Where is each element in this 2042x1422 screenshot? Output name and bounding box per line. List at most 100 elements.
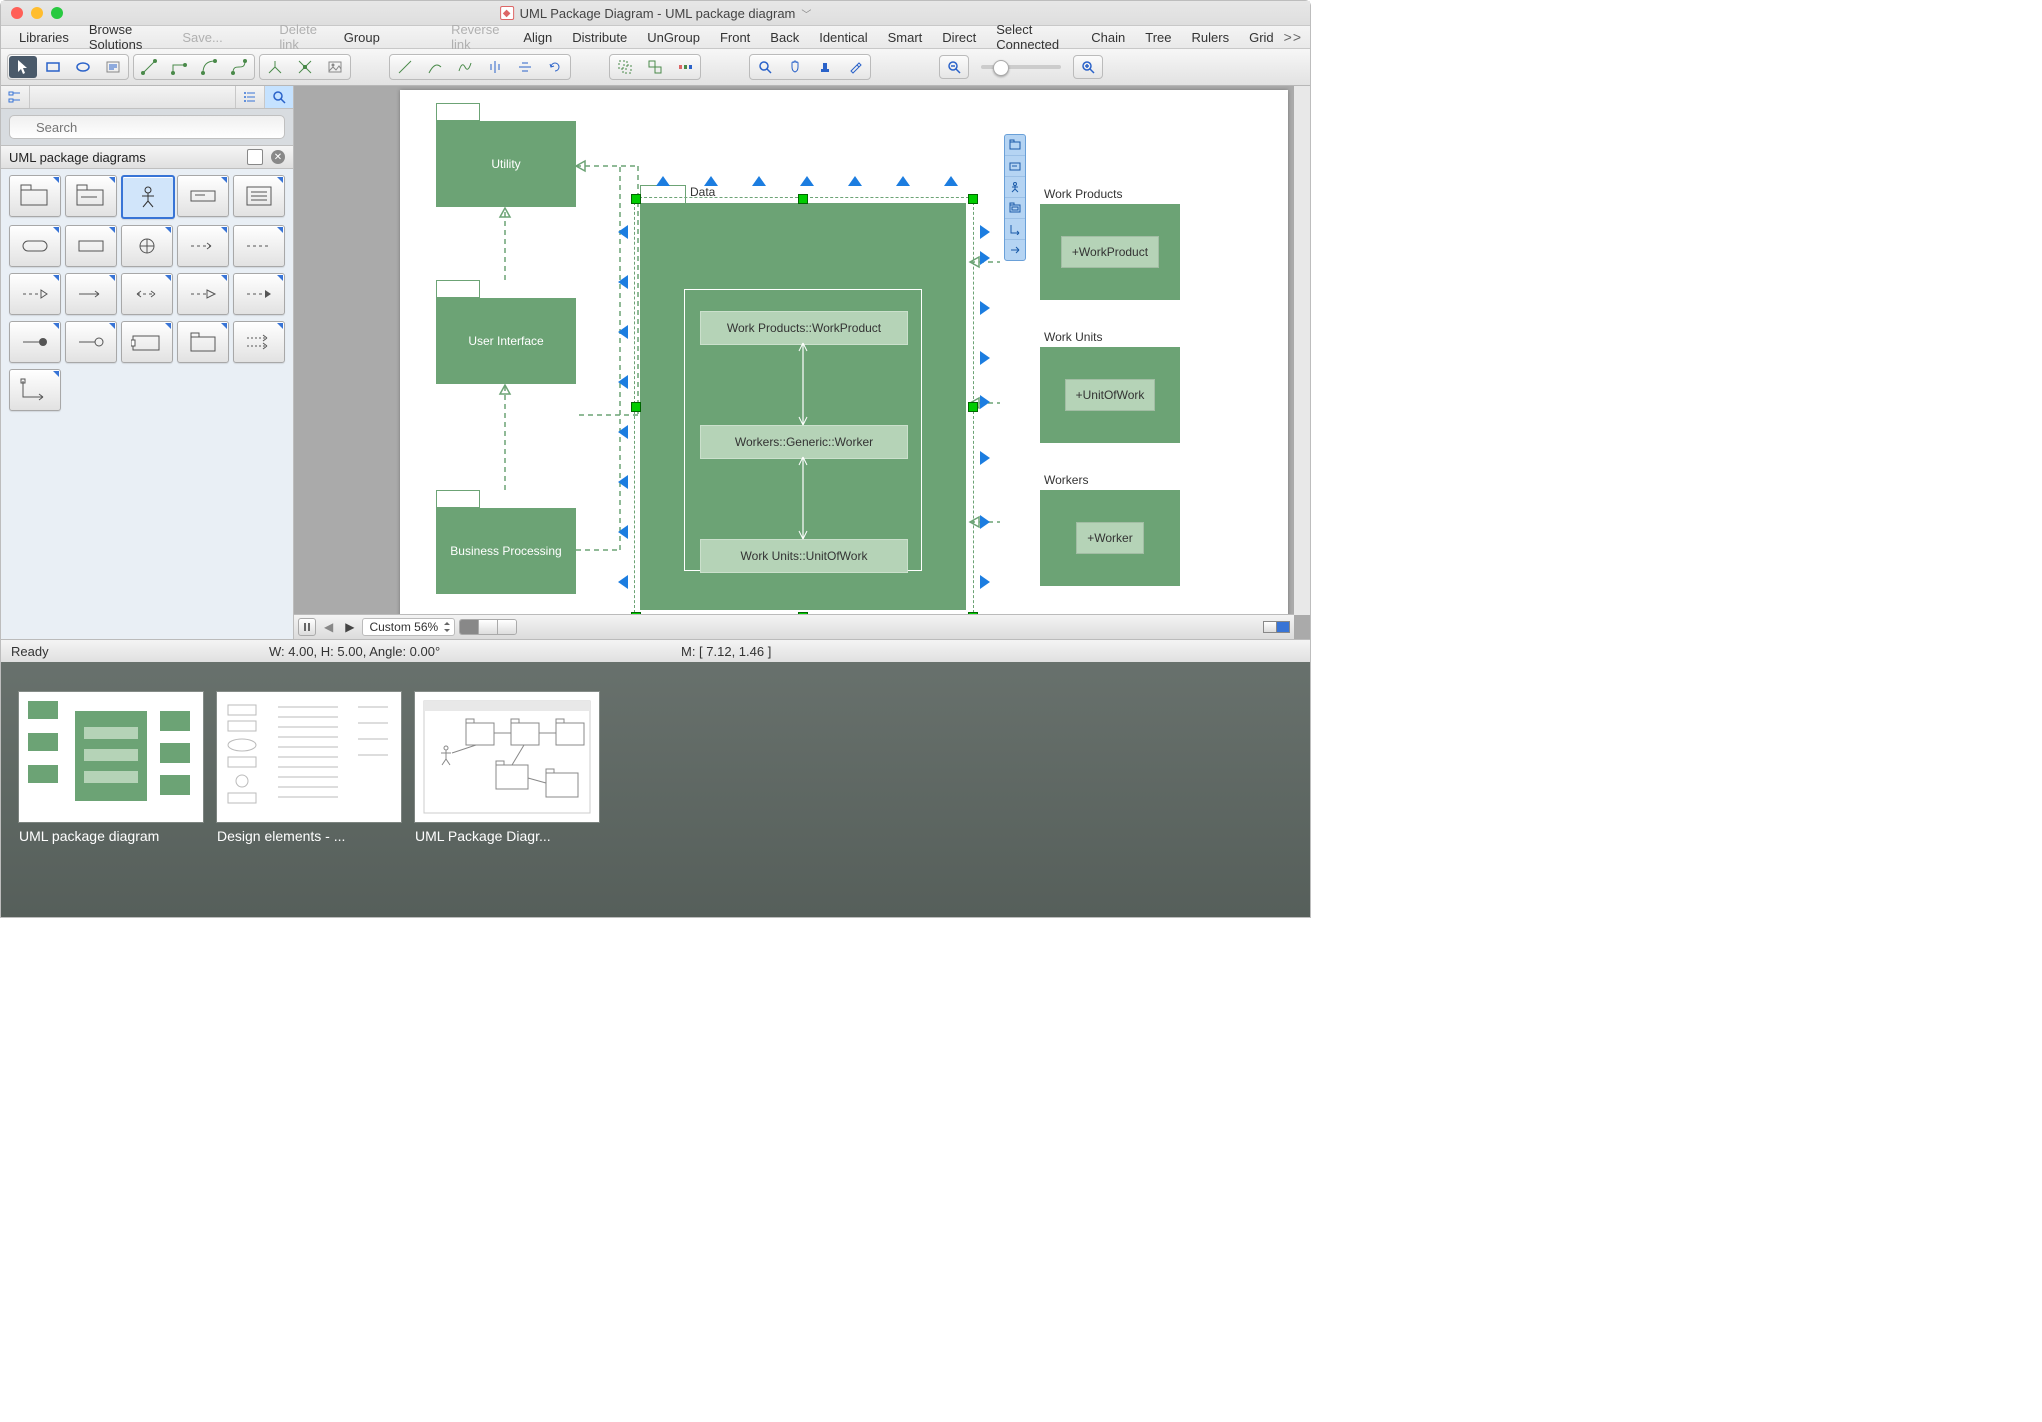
search-input[interactable] [9,115,285,139]
smart-shape-opt-2[interactable] [1005,156,1025,177]
smart-shape-toolbar[interactable] [1004,134,1026,261]
package-work-units[interactable]: Work Units +UnitOfWork [1040,347,1180,443]
shape-circle-cross[interactable] [121,225,173,267]
connector-split-tool[interactable] [261,56,289,78]
close-window-button[interactable] [11,7,23,19]
close-library-icon[interactable]: ✕ [271,150,285,164]
package-business-processing[interactable]: Business Processing [436,508,576,594]
zoom-out-button[interactable] [939,55,969,79]
spline-tool[interactable] [451,56,479,78]
insert-picture-tool[interactable] [321,56,349,78]
group-tool[interactable] [611,56,639,78]
thumbnail-1[interactable]: UML package diagram [19,692,201,844]
menu-browse-solutions[interactable]: Browse Solutions [79,22,172,52]
menu-direct[interactable]: Direct [932,30,986,45]
package-work-products[interactable]: Work Products +WorkProduct [1040,204,1180,300]
tree-view-icon[interactable] [1,86,30,108]
vertical-scrollbar[interactable] [1294,86,1310,615]
pan-tool[interactable] [781,56,809,78]
zoom-tool[interactable] [751,56,779,78]
menu-smart[interactable]: Smart [878,30,933,45]
shape-dashed-both-arrow[interactable] [121,273,173,315]
shape-open-circle-line[interactable] [65,321,117,363]
menu-save[interactable]: Save... [172,30,232,45]
shape-dashed-filled-arrow[interactable] [233,273,285,315]
canvas-paper[interactable]: Utility User Interface Business Processi… [400,90,1288,639]
library-header[interactable]: UML package diagrams ✕ [1,146,293,169]
sidebar-filter[interactable] [30,86,235,108]
shape-dashed-arrows-both[interactable] [233,321,285,363]
menu-chain[interactable]: Chain [1081,30,1135,45]
smart-shape-opt-6[interactable] [1005,240,1025,260]
zoom-select[interactable]: Custom 56% [362,618,455,636]
package-user-interface[interactable]: User Interface [436,298,576,384]
menu-identical[interactable]: Identical [809,30,877,45]
thumbnail-3[interactable]: UML Package Diagr... [415,692,597,844]
smart-shape-opt-4[interactable] [1005,198,1025,219]
shape-connector-elbow[interactable] [9,369,61,411]
menu-group[interactable]: Group [334,30,390,45]
line-tool[interactable] [391,56,419,78]
connector-rounded-tool[interactable] [195,56,223,78]
pointer-tool[interactable] [9,56,37,78]
page-prev-icon[interactable]: ◀ [320,620,337,634]
minimap-toggle[interactable] [1264,621,1290,633]
menu-select-connected[interactable]: Select Connected [986,22,1081,52]
shape-component-bar[interactable] [177,175,229,217]
ungroup-tool[interactable] [641,56,669,78]
menu-overflow-icon[interactable]: >> [1284,29,1302,45]
thumbnail-2[interactable]: Design elements - ... [217,692,399,844]
smart-shape-opt-1[interactable] [1005,135,1025,156]
menu-libraries[interactable]: Libraries [9,30,79,45]
stamp-tool[interactable] [811,56,839,78]
connector-junction-tool[interactable] [291,56,319,78]
rotate-tool[interactable] [541,56,569,78]
shape-dashed-line[interactable] [233,225,285,267]
save-library-icon[interactable] [247,149,263,165]
shape-package-tab-top[interactable] [177,321,229,363]
page-segments[interactable] [459,619,517,635]
connector-right-angle-tool[interactable] [165,56,193,78]
smart-shape-opt-3[interactable] [1005,177,1025,198]
page-next-icon[interactable]: ▶ [341,620,358,634]
connector-bezier-tool[interactable] [225,56,253,78]
menu-ungroup[interactable]: UnGroup [637,30,710,45]
shape-dashed-triangle-arrow[interactable] [177,273,229,315]
zoom-in-button[interactable] [1073,55,1103,79]
menu-tree[interactable]: Tree [1135,30,1181,45]
shape-solid-arrow[interactable] [65,273,117,315]
shape-package-tab-left[interactable] [121,321,173,363]
shape-package[interactable] [9,175,61,217]
shape-dashed-open-arrow[interactable] [9,273,61,315]
menu-front[interactable]: Front [710,30,760,45]
text-tool[interactable] [99,56,127,78]
eyedropper-tool[interactable] [841,56,869,78]
shape-rounded-rect[interactable] [9,225,61,267]
arc-tool[interactable] [421,56,449,78]
ellipse-tool[interactable] [69,56,97,78]
menu-back[interactable]: Back [760,30,809,45]
menu-delete-link[interactable]: Delete link [269,22,333,52]
menu-align[interactable]: Align [513,30,562,45]
pause-button[interactable] [298,618,316,636]
package-workers[interactable]: Workers +Worker [1040,490,1180,586]
shape-actor[interactable] [121,175,175,219]
canvas-area[interactable]: Utility User Interface Business Processi… [294,86,1310,639]
list-view-icon[interactable] [235,86,264,108]
menu-grid[interactable]: Grid [1239,30,1284,45]
distribute-tool[interactable] [671,56,699,78]
shape-dashed-arrow[interactable] [177,225,229,267]
shape-component-bars[interactable] [233,175,285,217]
flip-v-tool[interactable] [511,56,539,78]
shape-circle-line[interactable] [9,321,61,363]
menu-reverse-link[interactable]: Reverse link [441,22,513,52]
shape-rect[interactable] [65,225,117,267]
connector-direct-tool[interactable] [135,56,163,78]
maximize-window-button[interactable] [51,7,63,19]
rectangle-tool[interactable] [39,56,67,78]
minimize-window-button[interactable] [31,7,43,19]
zoom-slider[interactable] [981,65,1061,69]
window-title[interactable]: ◆ UML Package Diagram - UML package diag… [500,6,812,21]
flip-h-tool[interactable] [481,56,509,78]
menu-distribute[interactable]: Distribute [562,30,637,45]
